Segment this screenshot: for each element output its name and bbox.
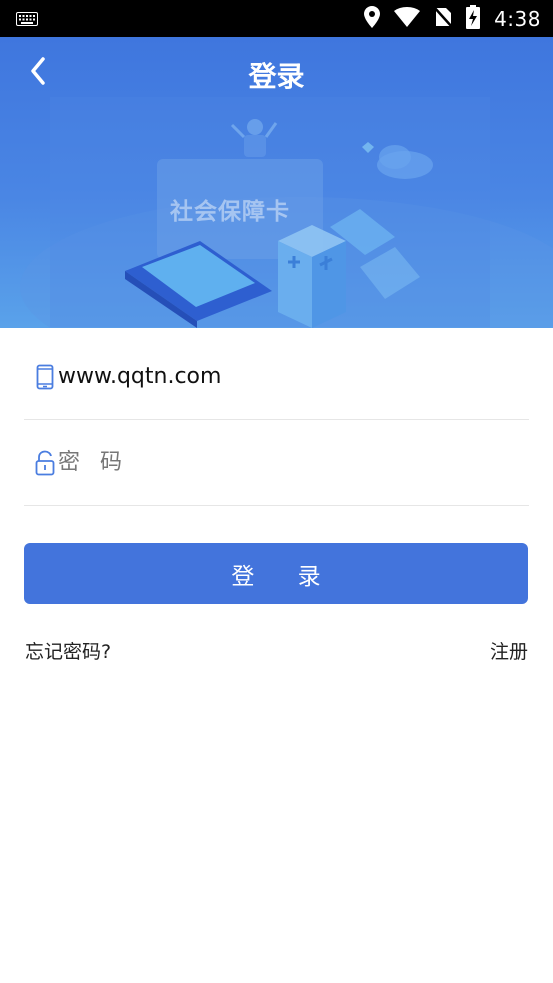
- password-input[interactable]: [58, 442, 529, 483]
- register-link[interactable]: 注册: [490, 637, 528, 664]
- banner-card-text: 社会保障卡: [170, 199, 290, 225]
- login-screen: 4:38 社会保障卡 登录 www.qqtn.com 登 录 忘记密码? 注册: [0, 0, 553, 983]
- header-banner: 社会保障卡 登录: [0, 37, 553, 328]
- phone-icon: [34, 363, 56, 391]
- account-field-row: [24, 334, 529, 420]
- status-time: 4:38: [494, 6, 541, 31]
- lock-icon: [34, 449, 56, 477]
- account-input[interactable]: [58, 356, 529, 397]
- password-field-row: [24, 420, 529, 506]
- wifi-icon: [394, 6, 421, 31]
- login-button[interactable]: 登 录: [24, 543, 528, 604]
- status-bar: 4:38: [0, 0, 553, 37]
- page-title: 登录: [248, 60, 305, 93]
- battery-charging-icon: [466, 4, 481, 33]
- login-form: [24, 328, 529, 506]
- keyboard-icon: [16, 11, 38, 30]
- location-icon: [364, 5, 381, 32]
- no-sim-icon: [433, 5, 454, 32]
- forgot-password-link[interactable]: 忘记密码?: [25, 637, 111, 664]
